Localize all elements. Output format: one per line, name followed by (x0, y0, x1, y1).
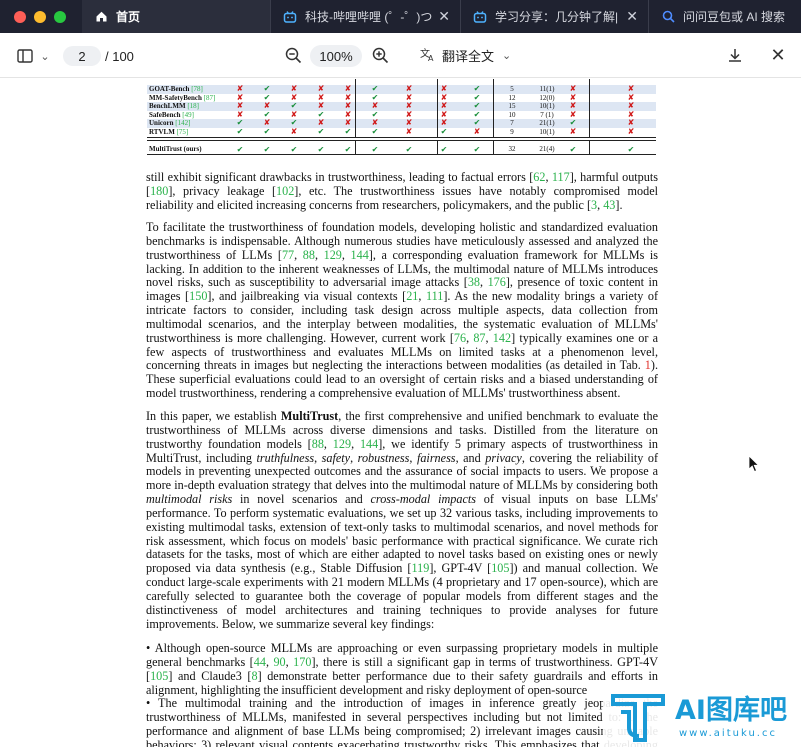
home-icon (94, 10, 108, 24)
watermark-url: www.aituku.cc (679, 728, 777, 739)
task-count: 7 (510, 119, 514, 127)
table-row: BenchLMM [18] ✘ ✘ ✔ ✘ ✘ ✘ ✘ ✘ ✔ 15 10(1) ✘ ✘ (147, 101, 656, 111)
model-count: 7 (1) (540, 110, 554, 119)
benchmark-name: SafeBench [49] (149, 110, 194, 119)
table-divider (355, 79, 356, 137)
model-count: 10(1) (539, 127, 555, 136)
citation-ref: [49] (180, 110, 194, 119)
watermark-title: AI图库吧 (675, 695, 787, 726)
check-icon: ✔ (317, 126, 325, 136)
page-number-input[interactable]: 2 (63, 46, 101, 66)
site-watermark: AI图库吧 www.aituku.cc (603, 686, 801, 747)
mouse-cursor-icon (748, 455, 760, 473)
benchmark-name: MM-SafetyBench [87] (149, 93, 216, 102)
paragraph: • The multimodal training and the introd… (146, 696, 658, 747)
bilibili-icon (473, 10, 487, 24)
chevron-down-icon[interactable]: ⌄ (502, 49, 511, 62)
table-divider (437, 141, 438, 154)
table-divider (355, 141, 356, 154)
citation-ref: [18] (185, 102, 199, 110)
tab-label: 科技-哔哩哔哩 (゜-゜)つ (305, 10, 433, 24)
model-count: 21(1) (539, 119, 555, 127)
tab-bilibili-tech[interactable]: 科技-哔哩哔哩 (゜-゜)つ ✕ (270, 0, 460, 33)
citation-ref: [78] (189, 85, 203, 93)
table-row: SafeBench [49] ✘ ✔ ✘ ✔ ✘ ✔ ✘ ✘ ✔ 10 7 (1) ✘ ✘ (147, 110, 656, 120)
zoom-in-icon[interactable] (369, 44, 391, 66)
table-divider (437, 79, 438, 137)
browser-tab-bar: 首页 科技-哔哩哔哩 (゜-゜)つ ✕ 学习分享：几分钟了解| ✕ 问问豆包或 … (0, 0, 801, 33)
task-count: 9 (510, 127, 514, 136)
task-count: 10 (508, 110, 516, 119)
citation-ref: [142] (173, 119, 191, 127)
zoom-level[interactable]: 100% (310, 45, 362, 67)
citation-ref: [75] (174, 127, 189, 136)
table-rule (147, 154, 656, 156)
tab-ai-search[interactable]: 问问豆包或 AI 搜索 (648, 0, 801, 33)
citation-ref: [87] (201, 93, 216, 102)
table-divider (589, 79, 590, 137)
benchmark-comparison-table: GOAT-Bench [78] ✘ ✔ ✘ ✘ ✘ ✔ ✘ ✘ ✔ 5 11(1) ✘ ✘ MM-Safet… (147, 79, 656, 156)
tab-close-icon[interactable]: ✕ (438, 9, 450, 23)
tab-close-icon[interactable]: ✕ (626, 9, 638, 23)
paragraph: To facilitate the trustworthiness of fou… (146, 220, 659, 401)
svg-text:A: A (428, 54, 434, 62)
paragraph: In this paper, we establish MultiTrust, … (146, 409, 659, 631)
bilibili-icon (283, 10, 297, 24)
tab-home[interactable]: 首页 (82, 0, 270, 33)
cross-icon: ✘ (627, 126, 635, 136)
translate-button[interactable]: 文A 翻译全文 ⌄ (420, 44, 511, 66)
tab-learning-share[interactable]: 学习分享：几分钟了解| ✕ (460, 0, 648, 33)
table-divider (589, 141, 590, 154)
table-divider (493, 79, 494, 137)
chevron-down-icon[interactable]: ⌄ (38, 45, 52, 67)
paragraph: still exhibit significant drawbacks in t… (146, 170, 659, 212)
window-zoom-dot[interactable] (54, 11, 66, 23)
check-icon: ✔ (440, 126, 448, 136)
page-total: / 100 (105, 48, 134, 64)
translate-icon: 文A (420, 46, 436, 65)
table-divider (493, 141, 494, 154)
table-rule (147, 137, 656, 138)
table-row: Unicorn [142] ✔ ✘ ✔ ✘ ✘ ✘ ✘ ✘ ✔ 7 21(1) ✔ ✘ (147, 118, 656, 128)
benchmark-name: BenchLMM [18] (149, 102, 199, 110)
download-icon[interactable] (724, 44, 746, 66)
task-count: 5 (510, 85, 514, 93)
pdf-toolbar: ⌄ 2 / 100 100% 文A 翻译全文 ⌄ ✕ (0, 33, 801, 78)
benchmark-name: RTVLM [75] (149, 127, 189, 136)
table-rule (147, 140, 656, 141)
tab-label: 首页 (116, 10, 141, 24)
tab-label: 学习分享：几分钟了解| (495, 10, 619, 24)
model-count: 11(1) (539, 85, 555, 93)
translate-label: 翻译全文 (442, 48, 495, 64)
model-count: 12(0) (539, 93, 555, 102)
aituku-logo-icon (611, 694, 665, 742)
model-count: 10(1) (539, 102, 555, 110)
table-row: MM-SafetyBench [87] ✘ ✔ ✘ ✘ ✘ ✔ ✘ ✘ ✔ 12 12(0) ✘ ✘ (147, 93, 656, 103)
tab-label: 问问豆包或 AI 搜索 (683, 10, 786, 24)
table-row: RTVLM [75] ✔ ✔ ✘ ✔ ✔ ✔ ✘ ✔ ✘ 9 10(1) ✘ ✘ (147, 126, 656, 137)
zoom-out-icon[interactable] (282, 44, 304, 66)
check-icon: ✔ (344, 126, 352, 136)
check-icon: ✔ (263, 126, 271, 136)
search-icon (661, 10, 675, 24)
table-row: GOAT-Bench [78] ✘ ✔ ✘ ✘ ✘ ✔ ✘ ✘ ✔ 5 11(1) ✘ ✘ (147, 84, 656, 94)
check-icon: ✔ (371, 126, 379, 136)
benchmark-name: Unicorn [142] (149, 119, 191, 127)
sidebar-toggle-icon[interactable] (14, 45, 36, 67)
pdf-page: GOAT-Bench [78] ✘ ✔ ✘ ✘ ✘ ✔ ✘ ✘ ✔ 5 11(1) ✘ ✘ MM-Safet… (0, 79, 801, 747)
benchmark-name: GOAT-Bench [78] (149, 85, 203, 93)
task-count: 15 (508, 102, 516, 110)
window-close-dot[interactable] (14, 11, 26, 23)
paragraph: • Although open-source MLLMs are approac… (146, 641, 659, 697)
check-icon: ✔ (236, 126, 244, 136)
cross-icon: ✘ (290, 126, 298, 136)
cross-icon: ✘ (569, 126, 577, 136)
cross-icon: ✘ (473, 126, 481, 136)
cross-icon: ✘ (405, 126, 413, 136)
pdf-viewport[interactable]: GOAT-Bench [78] ✘ ✔ ✘ ✘ ✘ ✔ ✘ ✘ ✔ 5 11(1) ✘ ✘ MM-Safet… (0, 79, 801, 747)
task-count: 12 (508, 93, 516, 102)
window-minimize-dot[interactable] (34, 11, 46, 23)
close-icon[interactable]: ✕ (767, 44, 789, 66)
